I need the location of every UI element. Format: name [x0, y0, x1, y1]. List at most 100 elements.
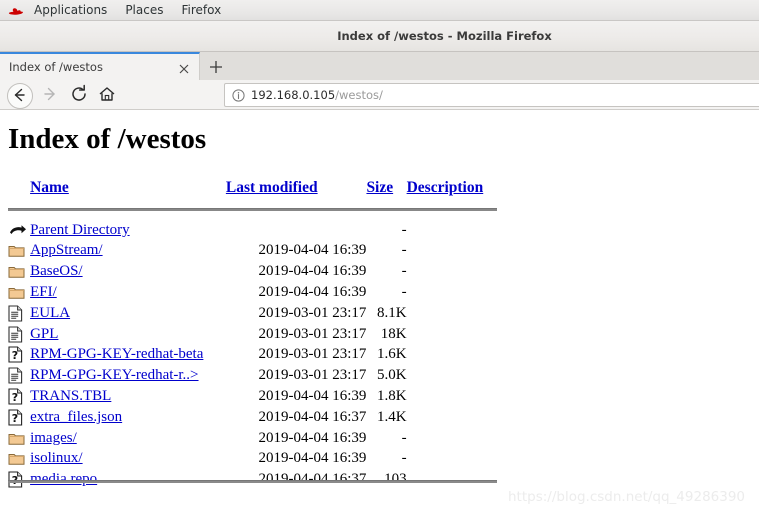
navigation-toolbar: 192.168.0.105/westos/	[0, 80, 759, 110]
svg-text:?: ?	[12, 349, 18, 362]
cell-size: 8.1K	[377, 304, 407, 321]
footer-divider	[8, 480, 497, 483]
cell-last-modified: 2019-04-04 16:37	[258, 408, 367, 425]
gnome-menu-applications[interactable]: Applications	[25, 0, 116, 20]
cell-name: GPL	[30, 324, 226, 345]
gnome-menu-firefox[interactable]: Firefox	[172, 0, 230, 20]
cell-description	[407, 449, 497, 470]
reload-icon[interactable]	[68, 83, 92, 107]
header-last-modified: Last modified	[226, 179, 367, 199]
file-link[interactable]: Parent Directory	[30, 222, 130, 238]
file-link[interactable]: GPL	[30, 326, 58, 342]
folder-icon	[8, 282, 30, 303]
svg-text:?: ?	[12, 391, 18, 404]
cell-description	[407, 428, 497, 449]
cell-description	[407, 386, 497, 407]
info-circle-icon[interactable]	[232, 88, 245, 102]
header-size: Size	[366, 179, 406, 199]
cell-last-modified: 2019-03-01 23:17	[258, 367, 367, 384]
table-row: images/2019-04-04 16:39 -	[8, 428, 497, 449]
cell-name: images/	[30, 428, 226, 449]
cell-description	[407, 220, 497, 241]
file-link[interactable]: EFI/	[30, 284, 57, 300]
header-name: Name	[30, 179, 226, 199]
text-document-icon	[8, 324, 30, 345]
file-link[interactable]: EULA	[30, 305, 70, 321]
cell-last-modified: 2019-04-04 16:39	[258, 429, 367, 446]
cell-description	[407, 282, 497, 303]
new-tab-button[interactable]	[206, 57, 226, 77]
cell-description	[407, 345, 497, 366]
cell-last-modified: 2019-04-04 16:39	[258, 242, 367, 259]
url-host: 192.168.0.105	[251, 88, 336, 102]
header-divider	[8, 199, 497, 220]
cell-name: isolinux/	[30, 449, 226, 470]
url-bar[interactable]: 192.168.0.105/westos/	[224, 83, 759, 107]
window-titlebar: Index of /westos - Mozilla Firefox	[0, 21, 759, 52]
folder-icon	[8, 428, 30, 449]
file-link[interactable]: images/	[30, 430, 77, 446]
text-document-icon	[8, 303, 30, 324]
file-link[interactable]: RPM-GPG-KEY-redhat-r..>	[30, 367, 198, 383]
table-row: ? extra_files.json 2019-04-04 16:37 1.4K	[8, 407, 497, 428]
header-divider-row	[8, 199, 497, 220]
cell-description	[407, 261, 497, 282]
file-link[interactable]: extra_files.json	[30, 409, 122, 425]
header-description: Description	[407, 179, 497, 199]
file-link[interactable]: isolinux/	[30, 450, 83, 466]
file-link[interactable]: BaseOS/	[30, 263, 83, 279]
cell-description	[407, 365, 497, 386]
cell-name: AppStream/	[30, 241, 226, 262]
screen: Applications Places Firefox Index of /we…	[0, 0, 759, 519]
window-title: Index of /westos - Mozilla Firefox	[337, 29, 552, 43]
cell-description	[407, 241, 497, 262]
cell-name: EFI/	[30, 282, 226, 303]
table-row: GPL 2019-03-01 23:17 18K	[8, 324, 497, 345]
cell-name: BaseOS/	[30, 261, 226, 282]
folder-icon	[8, 449, 30, 470]
cell-last-modified: 2019-03-01 23:17	[258, 346, 367, 363]
cell-size: 5.0K	[377, 367, 407, 384]
table-row: ? TRANS.TBL 2019-04-04 16:39 1.8K	[8, 386, 497, 407]
table-row: EULA 2019-03-01 23:17 8.1K	[8, 303, 497, 324]
page-content: Index of /westos Name Last modified Size…	[0, 111, 759, 519]
cell-description	[407, 407, 497, 428]
close-icon[interactable]	[178, 62, 190, 74]
table-row: RPM-GPG-KEY-redhat-r..> 2019-03-01 23:17 5…	[8, 365, 497, 386]
cell-size: 1.6K	[377, 346, 407, 363]
directory-index-table: Name Last modified Size Description Pare…	[8, 179, 497, 490]
file-link[interactable]: TRANS.TBL	[30, 388, 111, 404]
home-icon[interactable]	[96, 83, 120, 107]
file-link[interactable]: AppStream/	[30, 242, 103, 258]
folder-icon	[8, 241, 30, 262]
cell-last-modified: 2019-04-04 16:39	[258, 450, 367, 467]
cell-last-modified	[226, 220, 367, 241]
file-link[interactable]: RPM-GPG-KEY-redhat-beta	[30, 346, 203, 362]
gnome-menu-places[interactable]: Places	[116, 0, 172, 20]
sort-by-name-link[interactable]: Name	[30, 179, 69, 196]
unknown-file-icon: ?	[8, 345, 30, 366]
cell-size: -	[401, 429, 407, 446]
url-path: /westos/	[335, 88, 383, 102]
cell-description	[407, 303, 497, 324]
cell-name: Parent Directory	[30, 220, 226, 241]
cell-description	[407, 324, 497, 345]
sort-by-date-link[interactable]: Last modified	[226, 179, 318, 196]
cell-name: RPM-GPG-KEY-redhat-beta	[30, 345, 226, 366]
arrow-right-icon[interactable]	[39, 83, 63, 107]
table-header-row: Name Last modified Size Description	[8, 179, 497, 199]
unknown-file-icon: ?	[8, 386, 30, 407]
tab-strip: Index of /westos	[0, 52, 759, 80]
tab-index-of-westos[interactable]: Index of /westos	[0, 52, 200, 80]
cell-last-modified: 2019-03-01 23:17	[258, 325, 367, 342]
cell-name: extra_files.json	[30, 407, 226, 428]
sort-by-size-link[interactable]: Size	[366, 179, 393, 196]
arrow-left-icon[interactable]	[7, 83, 33, 109]
unknown-file-icon: ?	[8, 407, 30, 428]
cell-size: -	[401, 263, 407, 280]
table-row: ? RPM-GPG-KEY-redhat-beta 2019-03-01 23:17…	[8, 345, 497, 366]
sort-by-description-link[interactable]: Description	[407, 179, 484, 196]
cell-name: EULA	[30, 303, 226, 324]
header-icon-spacer	[8, 179, 30, 199]
cell-last-modified: 2019-04-04 16:39	[258, 263, 367, 280]
